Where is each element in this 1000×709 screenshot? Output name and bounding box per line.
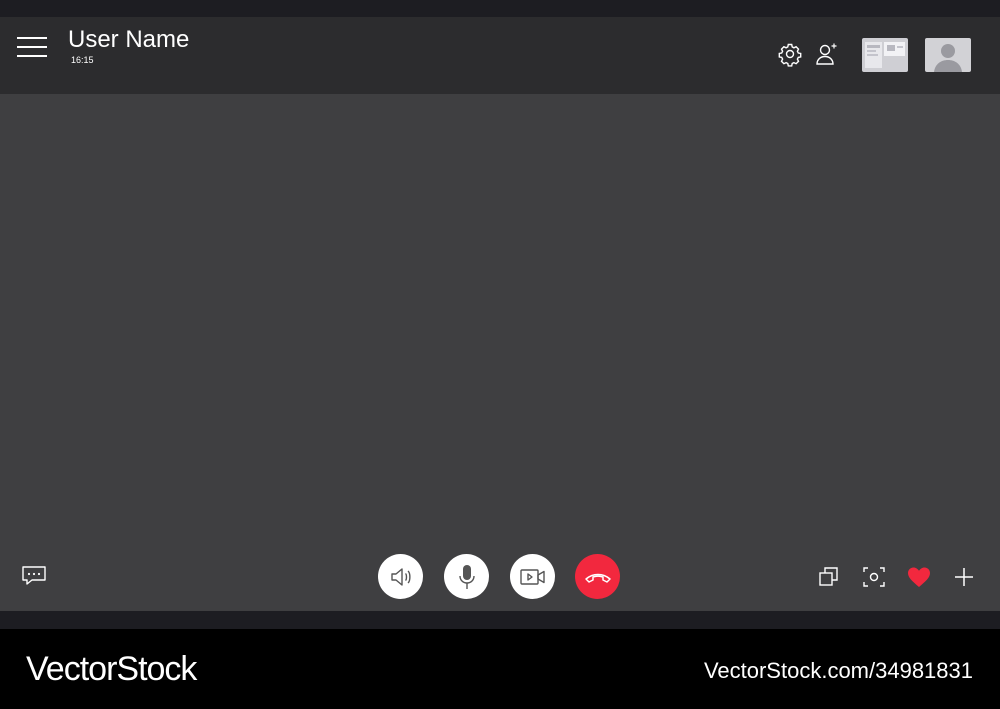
heart-icon bbox=[908, 567, 930, 587]
window-bottom-bar bbox=[0, 611, 1000, 629]
video-area bbox=[0, 94, 1000, 611]
screen-share-thumbnail[interactable] bbox=[862, 38, 908, 72]
speaker-button[interactable] bbox=[378, 554, 423, 599]
video-button[interactable] bbox=[510, 554, 555, 599]
participant-avatar-thumbnail[interactable] bbox=[925, 38, 971, 72]
microphone-button[interactable] bbox=[444, 554, 489, 599]
settings-button[interactable] bbox=[777, 41, 803, 67]
hang-up-button[interactable] bbox=[575, 554, 620, 599]
window-top-bar bbox=[0, 0, 1000, 17]
menu-icon bbox=[17, 37, 47, 57]
speaker-icon bbox=[390, 567, 411, 586]
video-camera-icon bbox=[519, 568, 545, 585]
user-name: User Name bbox=[68, 26, 190, 53]
like-button[interactable] bbox=[906, 564, 932, 590]
call-header: User Name 16:15 bbox=[0, 17, 1000, 94]
picture-in-picture-icon bbox=[819, 567, 838, 586]
screenshot-icon bbox=[863, 567, 885, 587]
microphone-icon bbox=[458, 564, 475, 589]
watermark-url: VectorStock.com/34981831 bbox=[703, 658, 973, 683]
settings-icon bbox=[778, 43, 802, 67]
add-button[interactable] bbox=[951, 564, 977, 590]
chat-button[interactable] bbox=[20, 564, 46, 590]
add-user-icon bbox=[816, 43, 837, 65]
menu-button[interactable] bbox=[15, 35, 49, 59]
avatar-icon bbox=[934, 44, 962, 72]
watermark-bar: VectorStock VectorStock.com/34981831 bbox=[0, 629, 1000, 709]
add-user-button[interactable] bbox=[814, 41, 840, 67]
chat-icon bbox=[22, 566, 46, 585]
plus-icon bbox=[955, 568, 973, 586]
screenshot-button[interactable] bbox=[861, 564, 887, 590]
call-time: 16:15 bbox=[71, 55, 94, 65]
picture-in-picture-button[interactable] bbox=[816, 564, 842, 590]
watermark-brand: VectorStock bbox=[26, 650, 197, 688]
hang-up-icon bbox=[584, 573, 611, 583]
